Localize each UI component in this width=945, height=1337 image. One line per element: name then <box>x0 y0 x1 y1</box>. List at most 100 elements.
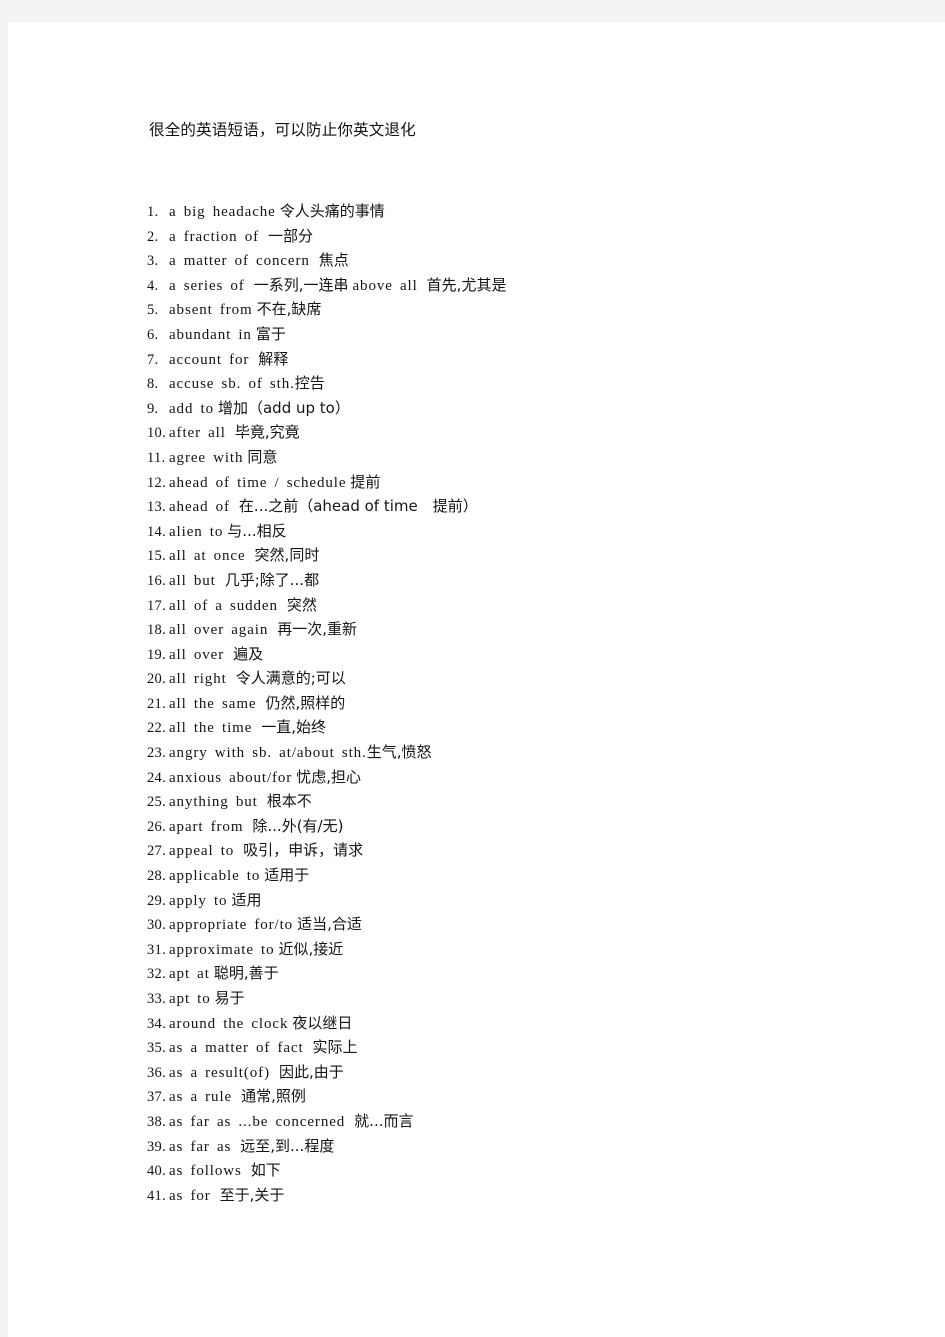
item-number: 3. <box>147 253 159 270</box>
phrase-english: appeal to <box>169 843 235 860</box>
item-number: 27. <box>147 843 167 860</box>
phrase-english: as a matter of fact <box>169 1040 304 1057</box>
phrase-chinese: 一部分 <box>268 226 314 245</box>
item-number: 6. <box>147 326 159 343</box>
phrase-english: as far as <box>169 1138 232 1155</box>
phrase-english: apt at <box>169 966 210 983</box>
item-number: 1. <box>147 204 159 220</box>
list-item: 24. anxious about/for 忧虑,担心 <box>147 765 506 790</box>
phrase-chinese: 一系列,一连串 <box>253 275 349 294</box>
list-item: 6. abundant in 富于 <box>147 322 506 347</box>
phrase-english: all the time <box>169 720 253 737</box>
item-number: 37. <box>147 1089 167 1106</box>
phrase-chinese: 至于,关于 <box>219 1185 285 1204</box>
phrase-chinese: 忧虑,担心 <box>296 767 361 786</box>
phrase-chinese: 吸引，申诉，请求 <box>243 841 364 860</box>
phrase-chinese: 聪明,善于 <box>213 964 279 983</box>
list-item: 28. applicable to 适用于 <box>147 863 506 888</box>
phrase-chinese: 生气,愤怒 <box>366 743 432 762</box>
phrase-english: as for <box>169 1187 211 1204</box>
item-number: 26. <box>147 818 167 835</box>
item-number: 9. <box>147 400 159 417</box>
item-number: 7. <box>147 351 159 368</box>
item-number: 41. <box>147 1187 167 1204</box>
item-number: 29. <box>147 892 167 909</box>
item-number: 25. <box>147 794 167 811</box>
item-number: 36. <box>147 1064 167 1081</box>
list-item: 13. ahead of 在...之前（ahead of time 提前） <box>147 494 506 519</box>
item-number: 14. <box>147 523 167 540</box>
phrase-english: alien to <box>169 523 224 540</box>
list-item: 12. ahead of time / schedule 提前 <box>147 470 506 495</box>
list-item: 5. absent from 不在,缺席 <box>147 297 506 322</box>
item-number: 19. <box>147 646 167 663</box>
phrase-english: add to <box>169 400 214 417</box>
list-item: 3. a matter of concern 焦点 <box>147 248 506 273</box>
item-number: 24. <box>147 769 167 786</box>
phrase-english: a big headache <box>169 204 276 220</box>
item-number: 31. <box>147 941 167 958</box>
phrase-english: agree with <box>169 449 244 466</box>
item-number: 15. <box>147 548 167 565</box>
item-number: 21. <box>147 695 167 712</box>
list-item: 18. all over again 再一次,重新 <box>147 617 506 642</box>
phrase-english: around the clock <box>169 1015 289 1032</box>
phrase-english: apart from <box>169 818 244 835</box>
phrase-chinese: 在...之前（ahead of time 提前） <box>238 497 478 516</box>
list-item: 4. a series of 一系列,一连串 above all 首先,尤其是 <box>147 273 506 298</box>
phrase-english: anything but <box>169 794 258 811</box>
phrase-chinese: 远至,到...程度 <box>240 1136 335 1155</box>
phrase-chinese: 因此,由于 <box>278 1062 344 1081</box>
list-item: 21. all the same 仍然,照样的 <box>147 691 506 716</box>
list-item: 41. as for 至于,关于 <box>147 1183 506 1208</box>
phrase-chinese: 提前 <box>350 472 381 491</box>
phrase-english: ahead of <box>169 499 230 516</box>
item-number: 39. <box>147 1138 167 1155</box>
phrase-english: all but <box>169 572 216 589</box>
phrase-chinese: 毕竟,究竟 <box>234 423 300 442</box>
phrase-chinese: 实际上 <box>312 1038 358 1057</box>
phrase-chinese: 就...而言 <box>354 1111 414 1130</box>
item-number: 35. <box>147 1040 167 1057</box>
phrase-english: apply to <box>169 892 228 909</box>
phrase-english: all over again <box>169 622 269 639</box>
item-number: 28. <box>147 868 167 885</box>
phrase-english: anxious about/for <box>169 769 293 786</box>
list-item: 39. as far as 远至,到...程度 <box>147 1134 506 1159</box>
phrase-english: as a result(of) <box>169 1064 270 1081</box>
phrase-chinese: 遍及 <box>233 644 264 663</box>
list-item: 29. apply to 适用 <box>147 888 506 913</box>
phrase-chinese: 令人头痛的事情 <box>279 202 385 220</box>
phrase-english: angry with sb. at/about sth. <box>169 745 367 762</box>
item-number: 17. <box>147 597 167 614</box>
phrase-chinese: 与...相反 <box>227 521 287 540</box>
list-item: 9. add to 增加（add up to） <box>147 396 506 421</box>
item-number: 18. <box>147 622 167 639</box>
phrase-english: all over <box>169 646 225 663</box>
list-item: 34. around the clock 夜以继日 <box>147 1011 506 1036</box>
phrase-chinese: 富于 <box>255 324 286 343</box>
item-number: 22. <box>147 720 167 737</box>
phrase-chinese: 焦点 <box>318 251 349 270</box>
list-item: 36. as a result(of) 因此,由于 <box>147 1060 506 1085</box>
phrase-chinese: 再一次,重新 <box>277 620 358 639</box>
phrase-english: absent from <box>169 302 253 319</box>
list-item: 32. apt at 聪明,善于 <box>147 961 506 986</box>
item-number: 12. <box>147 474 167 491</box>
phrase-chinese: 适用 <box>231 890 262 909</box>
phrase-english: applicable to <box>169 868 261 885</box>
phrase-english: apt to <box>169 991 211 1007</box>
item-number: 30. <box>147 917 167 934</box>
list-item: 19. all over 遍及 <box>147 642 506 667</box>
phrase-chinese: 解释 <box>258 349 289 368</box>
item-number: 34. <box>147 1015 167 1032</box>
phrase-chinese: 一直,始终 <box>261 718 327 737</box>
phrase-chinese-secondary: 首先,尤其是 <box>426 275 507 294</box>
item-number: 23. <box>147 745 167 762</box>
list-item: 22. all the time 一直,始终 <box>147 715 506 740</box>
phrase-english: accuse sb. of sth. <box>169 376 295 393</box>
item-number: 38. <box>147 1113 167 1130</box>
phrase-english: a matter of concern <box>169 253 310 270</box>
phrase-english: all at once <box>169 548 246 565</box>
phrase-chinese: 根本不 <box>266 792 312 811</box>
